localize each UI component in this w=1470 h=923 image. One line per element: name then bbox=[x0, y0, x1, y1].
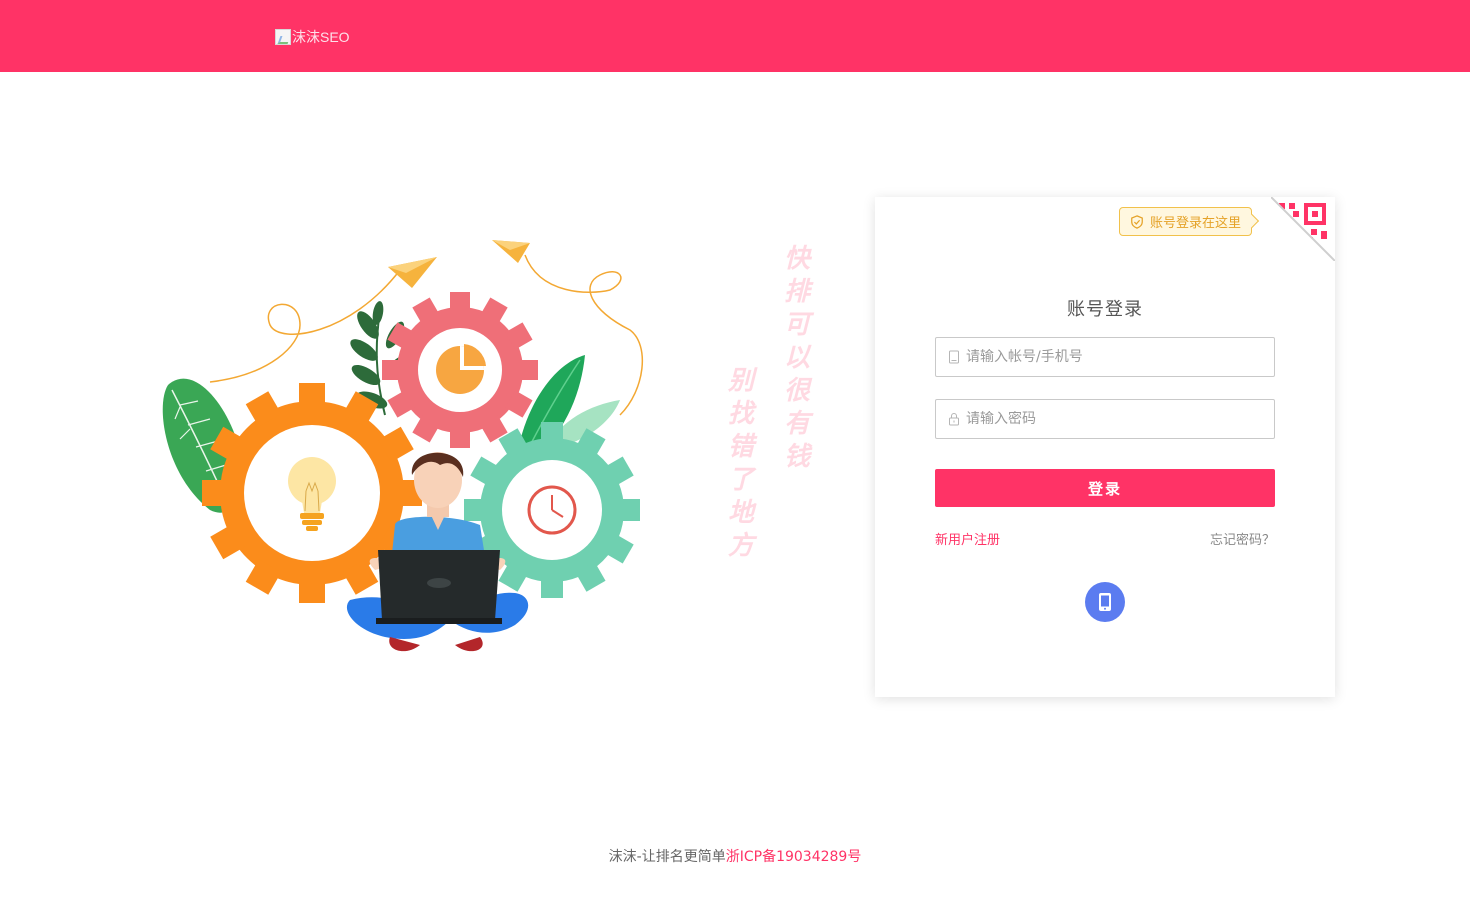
username-input[interactable] bbox=[966, 349, 1266, 365]
hero-illustration bbox=[162, 240, 643, 652]
password-input[interactable] bbox=[966, 411, 1266, 427]
icp-link[interactable]: 浙ICP备19034289号 bbox=[726, 849, 862, 865]
login-card: 账号登录在这里 账号登录 请输入帐号/手机号 登录 新用户注册 忘记密码？ bbox=[875, 197, 1335, 697]
shield-check-icon bbox=[1131, 214, 1143, 229]
footer: 沫沫-让排名更简单浙ICP备19034289号 bbox=[0, 846, 1470, 866]
login-button[interactable]: 登录 bbox=[935, 469, 1275, 507]
clock-icon bbox=[527, 485, 577, 535]
username-field[interactable] bbox=[935, 337, 1275, 377]
login-type-tip: 账号登录在这里 bbox=[1119, 207, 1253, 236]
register-link[interactable]: 新用户注册 bbox=[935, 529, 1000, 548]
user-icon bbox=[949, 350, 959, 364]
phone-icon bbox=[1099, 593, 1111, 611]
broken-image-icon bbox=[275, 29, 291, 45]
top-navbar: 沫沫SEO bbox=[0, 0, 1470, 72]
paper-plane-icon bbox=[388, 257, 437, 288]
slogan-line-1: 快排可以很有钱 bbox=[783, 244, 810, 472]
password-field[interactable] bbox=[935, 399, 1275, 439]
phone-login-button[interactable] bbox=[1085, 582, 1125, 622]
footer-text: 沫沫-让排名更简单 bbox=[608, 849, 726, 865]
tip-text: 账号登录在这里 bbox=[1150, 216, 1242, 231]
laptop-icon bbox=[376, 550, 502, 624]
qr-code-icon[interactable] bbox=[1271, 197, 1335, 261]
paper-plane-icon bbox=[492, 240, 530, 263]
lock-icon bbox=[949, 413, 959, 426]
site-logo[interactable]: 沫沫SEO bbox=[275, 28, 350, 46]
forgot-password-link[interactable]: 忘记密码？ bbox=[1210, 529, 1275, 548]
slogan-line-2: 别找错了地方 bbox=[727, 366, 754, 561]
gear-icon bbox=[382, 292, 538, 448]
login-title: 账号登录 bbox=[1067, 299, 1143, 320]
logo-alt-text: 沫沫SEO bbox=[292, 29, 350, 45]
